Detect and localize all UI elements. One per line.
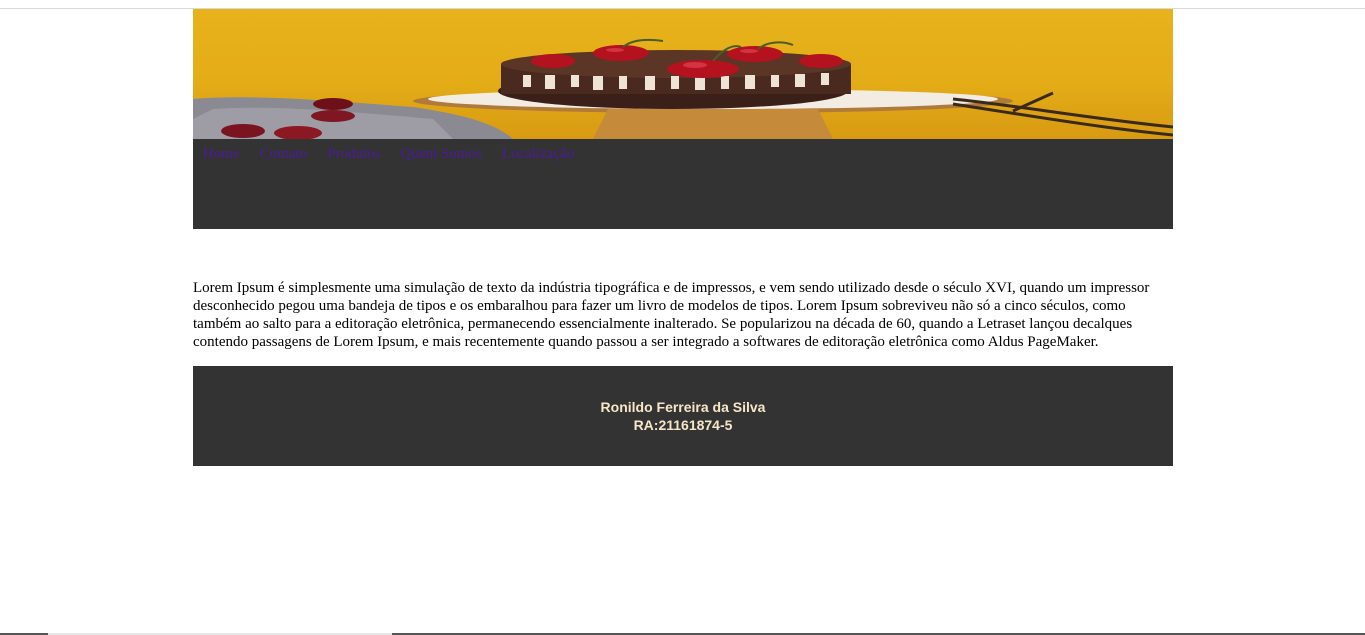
nav-item-localizacao: Localização bbox=[502, 145, 574, 163]
footer-ra-number: RA:21161874-5 bbox=[633, 417, 733, 433]
header-banner-image bbox=[193, 9, 1173, 139]
nav-menu: Home Contato Produtos Quem Somos Localiz… bbox=[203, 145, 594, 163]
nav-item-home: Home bbox=[203, 145, 240, 163]
footer-author-name: Ronildo Ferreira da Silva bbox=[600, 399, 766, 415]
page-container: Home Contato Produtos Quem Somos Localiz… bbox=[193, 9, 1173, 466]
nav-link-localizacao[interactable]: Localização bbox=[502, 146, 574, 162]
cake-illustration bbox=[193, 38, 1173, 139]
nav-link-contato[interactable]: Contato bbox=[260, 146, 308, 162]
nav-item-quem-somos: Quem Somos bbox=[401, 145, 482, 163]
nav-link-home[interactable]: Home bbox=[203, 146, 240, 162]
nav-link-quem-somos[interactable]: Quem Somos bbox=[401, 146, 482, 162]
nav-link-produtos[interactable]: Produtos bbox=[327, 146, 380, 162]
nav-item-produtos: Produtos bbox=[327, 145, 380, 163]
content-paragraph: Lorem Ipsum é simplesmente uma simulação… bbox=[193, 280, 1150, 350]
nav-item-contato: Contato bbox=[260, 145, 308, 163]
navigation-bar: Home Contato Produtos Quem Somos Localiz… bbox=[193, 139, 1173, 229]
footer: Ronildo Ferreira da Silva RA:21161874-5 bbox=[193, 366, 1173, 466]
